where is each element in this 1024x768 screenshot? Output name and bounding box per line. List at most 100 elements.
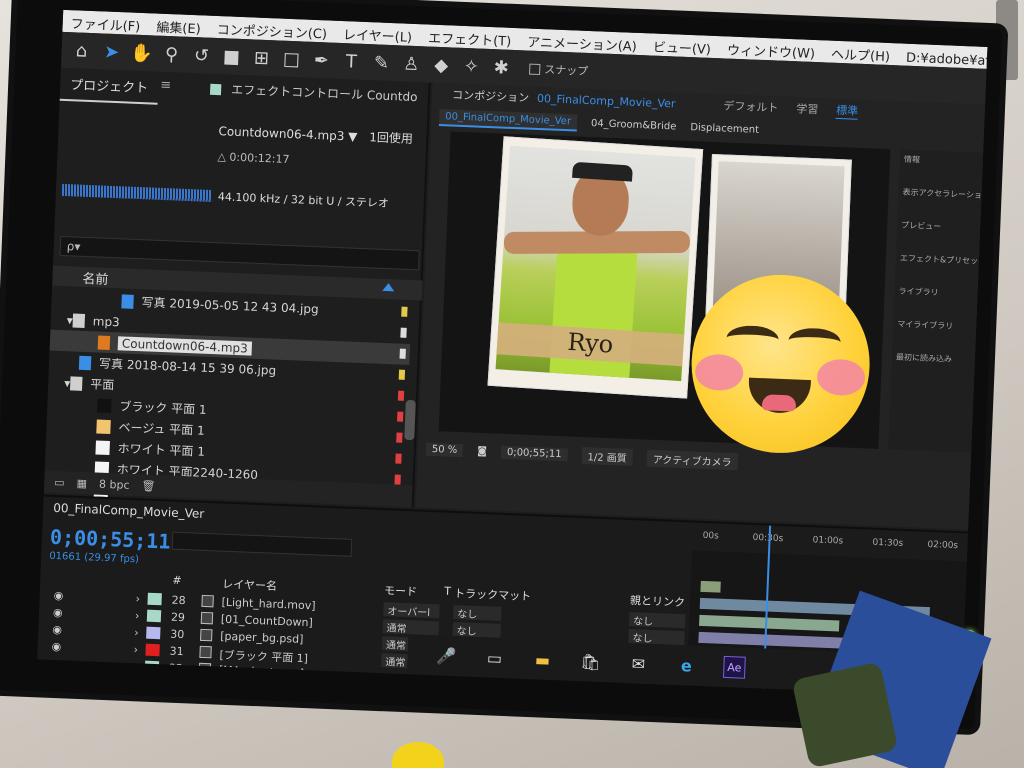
- workspace-default[interactable]: デフォルト: [723, 97, 779, 115]
- text-icon[interactable]: T: [339, 49, 364, 74]
- label-color-tag[interactable]: [397, 390, 405, 401]
- menu-edit[interactable]: 編集(E): [156, 21, 201, 38]
- mic-icon[interactable]: 🎤: [435, 644, 458, 667]
- stamp-icon[interactable]: ♙: [399, 51, 424, 76]
- snap-toggle[interactable]: スナップ: [529, 61, 589, 79]
- rail-preview[interactable]: プレビュー: [901, 220, 976, 234]
- layer-label-color[interactable]: [146, 609, 162, 623]
- asset-name[interactable]: Countdown06-4.mp3 ▼: [218, 124, 358, 144]
- rail-library[interactable]: ライブラリ: [898, 286, 973, 300]
- camera-icon[interactable]: ■: [219, 44, 244, 69]
- layer-name[interactable]: [Light_hard.mov]: [221, 596, 315, 613]
- project-scrollbar[interactable]: [404, 399, 416, 441]
- trash-icon[interactable]: 🗑: [141, 479, 155, 493]
- timeline-search-input[interactable]: [171, 531, 353, 557]
- eraser-icon[interactable]: ◆: [429, 53, 454, 78]
- pen-icon[interactable]: ✒: [309, 48, 334, 73]
- tab-timeline-comp[interactable]: 00_FinalComp_Movie_Ver: [53, 501, 205, 521]
- chevron-right-icon[interactable]: ›: [132, 677, 137, 690]
- layer-label-color[interactable]: [144, 677, 159, 691]
- eye-visibility-icon[interactable]: ◉: [51, 640, 61, 653]
- edge-icon[interactable]: e: [675, 654, 698, 677]
- zoom-dropdown[interactable]: 50 %: [425, 442, 464, 457]
- folder-icon[interactable]: ▭: [54, 475, 65, 488]
- layer-name[interactable]: [MA_short.wav]: [219, 664, 305, 680]
- selection-arrow-icon[interactable]: ➤: [99, 39, 124, 64]
- chevron-right-icon[interactable]: ›: [133, 643, 138, 656]
- col-parent-link[interactable]: 親とリンク: [630, 592, 686, 610]
- brush-icon[interactable]: ✎: [369, 50, 394, 75]
- rotate-icon[interactable]: ↺: [189, 43, 214, 68]
- crumb-displacement[interactable]: Displacement: [690, 122, 759, 136]
- chevron-right-icon[interactable]: ›: [134, 626, 139, 639]
- eye-visibility-icon[interactable]: ◉: [51, 657, 61, 670]
- label-color-tag[interactable]: [401, 306, 408, 317]
- task-view-icon[interactable]: ▭: [483, 646, 506, 669]
- label-color-tag[interactable]: [396, 432, 403, 443]
- tab-effect-controls[interactable]: エフェクトコントロール Countdo: [209, 80, 418, 105]
- hand-icon[interactable]: ✋: [129, 41, 154, 66]
- panel-menu-icon[interactable]: ≡: [160, 78, 171, 93]
- layer-label-color[interactable]: [147, 592, 162, 606]
- eye-visibility-icon[interactable]: ◉: [53, 606, 63, 619]
- blend-mode-dropdown[interactable]: 通常: [382, 619, 439, 636]
- bpc-label[interactable]: 8 bpc: [99, 477, 130, 491]
- layer-name[interactable]: [Countdown06-4.mp3]: [218, 681, 343, 697]
- rail-effects-presets[interactable]: エフェクト&プリセット: [900, 253, 987, 267]
- track-matte-dropdown[interactable]: なし: [453, 604, 502, 621]
- chevron-right-icon[interactable]: ›: [133, 660, 138, 673]
- chevron-right-icon[interactable]: ›: [135, 609, 140, 622]
- layer-name[interactable]: [paper_bg.psd]: [220, 630, 304, 646]
- zoom-icon[interactable]: ⚲: [159, 42, 184, 67]
- rail-first-import[interactable]: 最初に読み込み: [896, 352, 971, 366]
- store-icon[interactable]: 🛍: [579, 650, 602, 673]
- emoji-mouth: [747, 377, 811, 415]
- crumb-groom-bride[interactable]: 04_Groom&Bride: [591, 118, 677, 132]
- tab-project[interactable]: プロジェクト: [59, 67, 159, 105]
- eye-visibility-icon[interactable]: ◉: [50, 674, 60, 687]
- comp-name[interactable]: 00_FinalComp_Movie_Ver: [537, 91, 676, 110]
- timeline-timecode[interactable]: 0;00;55;11: [50, 525, 171, 554]
- viewer-timecode[interactable]: 0;00;55;11: [500, 445, 568, 461]
- roto-brush-icon[interactable]: ✧: [459, 54, 484, 79]
- eye-visibility-icon[interactable]: ◉: [53, 589, 63, 602]
- crumb-final-comp[interactable]: 00_FinalComp_Movie_Ver: [438, 108, 578, 132]
- home-icon[interactable]: ⌂: [69, 38, 94, 63]
- workspace-standard[interactable]: 標準: [835, 101, 859, 120]
- col-layer-name[interactable]: レイヤー名: [222, 576, 277, 594]
- rail-my-library[interactable]: マイライブラリ: [897, 319, 972, 333]
- pan-behind-icon[interactable]: ⊞: [249, 45, 274, 70]
- label-color-tag[interactable]: [394, 474, 401, 485]
- sort-ascending-icon[interactable]: [382, 282, 395, 292]
- after-effects-icon[interactable]: Ae: [722, 655, 746, 679]
- parent-link-dropdown[interactable]: なし: [628, 612, 686, 629]
- layer-label-color[interactable]: [144, 660, 160, 674]
- camera-dropdown[interactable]: アクティブカメラ: [646, 449, 738, 470]
- blend-mode-dropdown[interactable]: オーバーl: [383, 602, 440, 619]
- camera-snapshot-icon[interactable]: ◙: [477, 445, 487, 456]
- label-color-tag[interactable]: [398, 369, 406, 380]
- comp-viewer[interactable]: Ryo: [438, 131, 891, 457]
- project-search-input[interactable]: ρ▾: [59, 235, 420, 271]
- mail-icon[interactable]: ✉: [627, 652, 650, 675]
- layer-label-color[interactable]: [146, 626, 161, 640]
- label-color-tag[interactable]: [396, 411, 404, 422]
- label-color-tag[interactable]: [395, 453, 402, 464]
- layer-bar[interactable]: [700, 580, 721, 593]
- eye-visibility-icon[interactable]: ◉: [52, 623, 62, 636]
- puppet-icon[interactable]: ✱: [489, 55, 514, 80]
- snap-checkbox[interactable]: [529, 63, 541, 75]
- layer-label-color[interactable]: [145, 643, 160, 657]
- rectangle-icon[interactable]: □: [279, 47, 304, 72]
- col-track-matte[interactable]: トラックマット: [454, 585, 532, 604]
- layer-name[interactable]: [01_CountDown]: [221, 613, 313, 630]
- label-color-tag[interactable]: [399, 348, 406, 359]
- label-color-tag[interactable]: [400, 327, 407, 338]
- new-comp-icon[interactable]: ▦: [76, 476, 87, 489]
- chevron-right-icon[interactable]: ›: [135, 592, 140, 605]
- resolution-dropdown[interactable]: 1/2 画質: [581, 446, 634, 466]
- rail-info[interactable]: 情報: [904, 154, 979, 168]
- workspace-learn[interactable]: 学習: [796, 100, 819, 117]
- file-explorer-icon[interactable]: ▬: [531, 648, 554, 671]
- col-mode[interactable]: モード: [384, 582, 418, 599]
